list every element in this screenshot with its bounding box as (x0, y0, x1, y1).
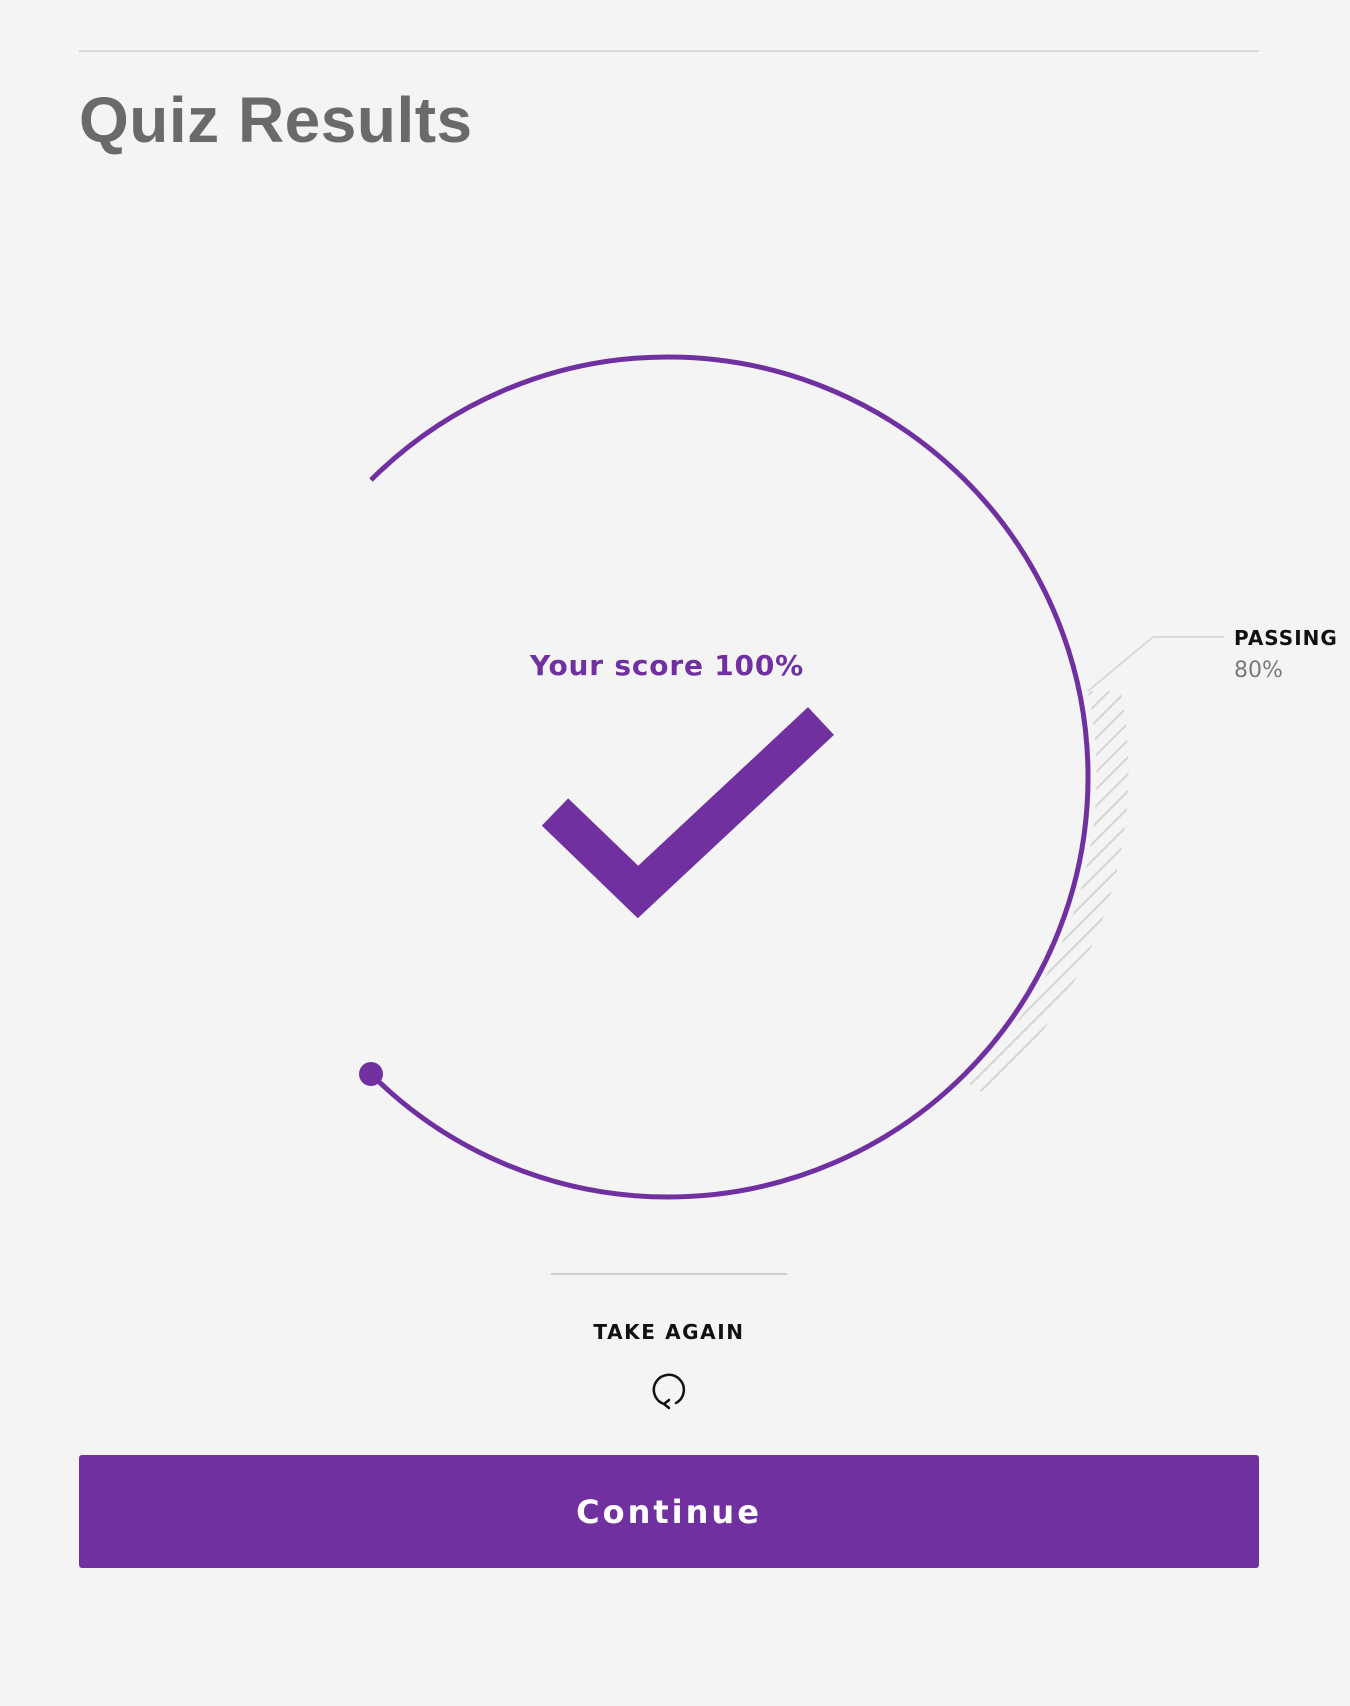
passing-value: 80% (1234, 658, 1283, 683)
actions-divider (551, 1273, 787, 1275)
checkmark-icon (541, 707, 834, 919)
passing-leader-line (1087, 636, 1224, 692)
refresh-icon (652, 1373, 686, 1410)
continue-button[interactable]: Continue (79, 1455, 1259, 1568)
passing-zone (965, 691, 1129, 1094)
take-again-label: TAKE AGAIN (593, 1320, 745, 1344)
score-text: Your score 100% (530, 649, 804, 682)
quiz-results-page: Quiz Results Your score 100% PASSING 80%… (0, 0, 1350, 1706)
score-end-dot (359, 1062, 383, 1086)
passing-label: PASSING (1234, 626, 1338, 650)
score-gauge (359, 354, 1224, 1200)
take-again-button[interactable]: TAKE AGAIN (538, 1318, 800, 1412)
